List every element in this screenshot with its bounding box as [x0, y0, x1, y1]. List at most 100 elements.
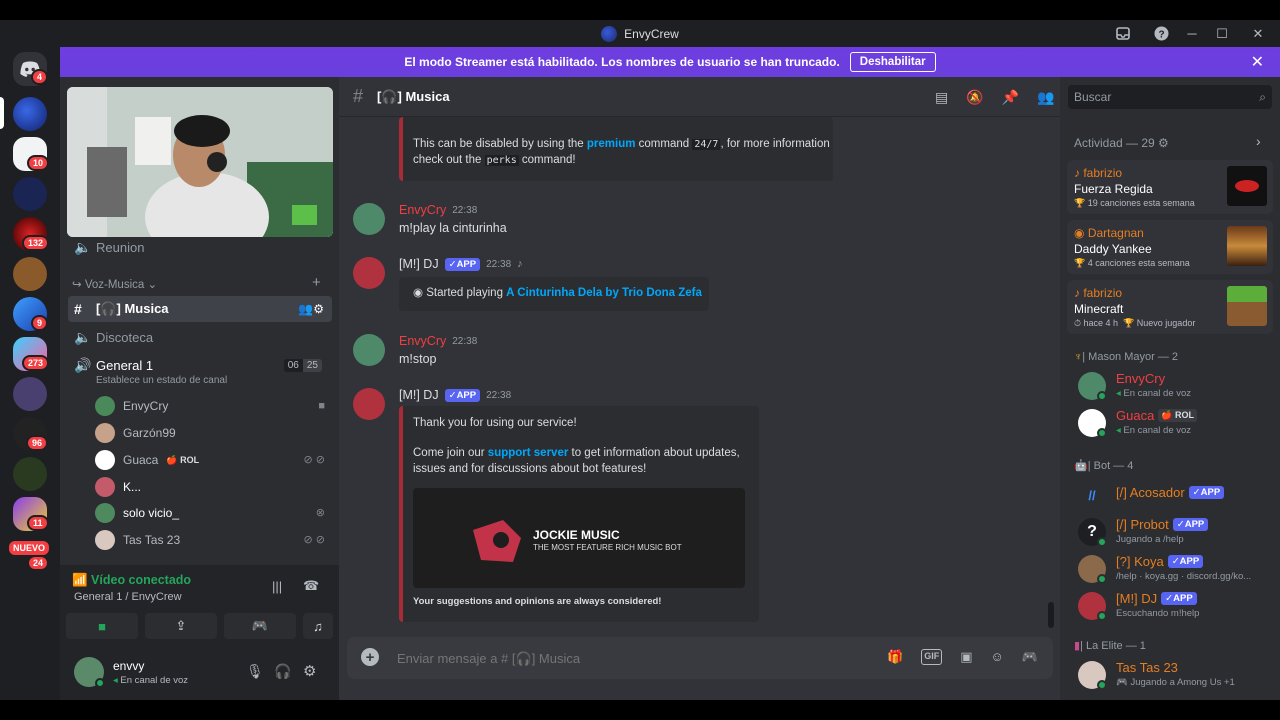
- inbox-icon[interactable]: [1104, 20, 1142, 47]
- activity-sub2-label: Nuevo jugador: [1136, 318, 1196, 328]
- channel-discoteca[interactable]: 🔈 Discoteca: [68, 324, 332, 350]
- message-avatar[interactable]: [353, 334, 385, 366]
- embed-paragraph: Come join our support server to get info…: [413, 446, 753, 477]
- gif-icon[interactable]: GIF: [921, 649, 943, 665]
- activity-card[interactable]: ♪ fabrizio Fuerza Regida 🏆 19 canciones …: [1067, 160, 1273, 214]
- activity-title: Minecraft: [1074, 302, 1124, 316]
- user-settings-icon[interactable]: ⚙: [303, 662, 316, 680]
- avatar: [95, 423, 115, 443]
- server-cartoon[interactable]: [13, 257, 47, 291]
- member-sub-label: Jugando a Among Us +1: [1130, 677, 1235, 688]
- server-purple[interactable]: [13, 377, 47, 411]
- message-author[interactable]: [M!] DJ: [399, 388, 439, 402]
- upload-plus-icon[interactable]: +: [361, 648, 379, 666]
- search-box[interactable]: Buscar ⌕: [1068, 85, 1272, 109]
- message-input[interactable]: [397, 647, 867, 669]
- member-row[interactable]: ? [/] Probot ✓APP Jugando a /help: [1078, 514, 1274, 550]
- category-voz-musica[interactable]: ↪ Voz-Musica ⌄: [72, 277, 157, 291]
- support-server-link[interactable]: support server: [488, 447, 569, 459]
- gift-icon[interactable]: 🎁: [887, 649, 903, 665]
- member-row[interactable]: Tas Tas 23 🎮 Jugando a Among Us +1: [1078, 657, 1274, 693]
- member-row[interactable]: [?] Koya ✓APP /help · koya.gg · discord.g…: [1078, 551, 1274, 587]
- avatar: [95, 396, 115, 416]
- message-time: 22:38: [486, 389, 512, 401]
- voice-user[interactable]: EnvyCry: [95, 394, 168, 418]
- message-author[interactable]: EnvyCry: [399, 203, 446, 217]
- embed-fragment: , for more information: [720, 138, 830, 150]
- server-squad[interactable]: [13, 177, 47, 211]
- letterbox-bottom: [0, 700, 1280, 720]
- minimize-icon[interactable]: ─: [1180, 20, 1204, 47]
- pin-icon[interactable]: 📌: [1002, 89, 1019, 106]
- members-icon[interactable]: 👥: [1037, 89, 1054, 106]
- premium-link[interactable]: premium: [587, 138, 636, 150]
- microphone-icon[interactable]: 🎙: [246, 663, 264, 680]
- notifications-muted-icon[interactable]: 🔕: [966, 89, 983, 106]
- server-envycrew[interactable]: [13, 97, 47, 131]
- muted-deafened-icon: ⊘ ⊘: [303, 454, 326, 466]
- soundboard-button[interactable]: ♫: [303, 613, 333, 639]
- disconnect-icon[interactable]: ☎: [303, 578, 319, 594]
- voice-user[interactable]: solo vicio_: [95, 501, 179, 525]
- headphones-icon[interactable]: 🎧: [274, 663, 291, 680]
- activities-button[interactable]: 🎮: [224, 613, 296, 639]
- mason-header: ♆| Mason Mayor — 2: [1074, 351, 1178, 363]
- user-count: 06: [283, 358, 303, 372]
- member-row[interactable]: // [/] Acosador ✓APP: [1078, 477, 1274, 513]
- channel-status[interactable]: Establece un estado de canal: [96, 375, 227, 386]
- maximize-icon[interactable]: ☐: [1204, 20, 1240, 47]
- song-link[interactable]: A Cinturinha Dela by Trio Dona Zefa: [506, 287, 702, 299]
- chat-message: EnvyCry 22:38 m!stop: [353, 334, 1043, 370]
- jockie-banner-image[interactable]: JOCKIE MUSIC THE MOST FEATURE RICH MUSIC…: [413, 488, 745, 588]
- activity-card[interactable]: ♪ fabrizio Minecraft ⏱ hace 4 h 🏆 Nuevo …: [1067, 280, 1273, 334]
- voice-user-name: solo vicio_: [123, 506, 180, 520]
- activity-card[interactable]: ◉ Dartagnan Daddy Yankee 🏆 4 canciones e…: [1067, 220, 1273, 274]
- status-dot: [1097, 611, 1107, 621]
- noise-icon[interactable]: |||: [272, 579, 282, 594]
- disable-streamer-button[interactable]: Deshabilitar: [849, 52, 936, 72]
- video-button[interactable]: ■: [66, 613, 138, 639]
- member-sub: ◂ En canal de voz: [1116, 388, 1192, 399]
- server-badge: 24: [27, 555, 50, 571]
- member-row[interactable]: Guaca 🍎 ROL ◂ En canal de voz: [1078, 405, 1274, 441]
- scrollbar-thumb[interactable]: [1048, 602, 1054, 628]
- member-row[interactable]: [M!] DJ ✓APP Escuchando m!help: [1078, 588, 1274, 624]
- close-banner-icon[interactable]: ✕: [1251, 52, 1264, 72]
- server-badge: 96: [26, 435, 49, 451]
- app-badge-label: APP: [1173, 593, 1193, 604]
- settings-gear-icon[interactable]: 👥⚙: [298, 302, 324, 316]
- video-preview[interactable]: [67, 87, 333, 237]
- chat-message: EnvyCry 22:38 m!play la cinturinha: [353, 203, 1043, 239]
- member-sub: 🎮 Jugando a Among Us +1: [1116, 677, 1235, 688]
- member-sub: Jugando a /help: [1116, 534, 1184, 545]
- apps-icon[interactable]: 🎮: [1022, 649, 1038, 665]
- channel-header: # [🎧] Musica ▤ 🔕 📌 👥: [339, 77, 1060, 117]
- voice-user[interactable]: Guaca 🍎 ROL: [95, 448, 199, 472]
- chevron-right-icon[interactable]: ›: [1256, 133, 1261, 149]
- letterbox-top: [0, 0, 1280, 20]
- close-window-icon[interactable]: ✕: [1240, 20, 1276, 47]
- help-icon[interactable]: ?: [1142, 20, 1180, 47]
- message-avatar[interactable]: [353, 257, 385, 289]
- emoji-icon[interactable]: ☺: [990, 649, 1003, 665]
- member-name: Guaca 🍎 ROL: [1116, 408, 1198, 423]
- message-avatar[interactable]: [353, 203, 385, 235]
- new-badge: NUEVO: [7, 539, 52, 557]
- server-green[interactable]: [13, 457, 47, 491]
- message-author[interactable]: [M!] DJ: [399, 257, 439, 271]
- channel-reunion[interactable]: 🔈 Reunion: [68, 234, 332, 260]
- add-channel-icon[interactable]: +: [312, 274, 321, 291]
- member-row[interactable]: EnvyCry ◂ En canal de voz: [1078, 368, 1274, 404]
- voice-user[interactable]: Tas Tas 23: [95, 528, 180, 552]
- app-badge: ✓APP: [444, 388, 481, 402]
- voice-location[interactable]: General 1 / EnvyCrew: [74, 591, 182, 603]
- message-avatar[interactable]: [353, 388, 385, 420]
- activity-sub: 🏆 19 canciones esta semana: [1074, 198, 1195, 208]
- voice-user[interactable]: Garzón99: [95, 421, 176, 445]
- threads-icon[interactable]: ▤: [935, 89, 948, 106]
- channel-musica[interactable]: # [🎧] Musica 👥⚙: [68, 296, 332, 322]
- screen-share-button[interactable]: ⇪: [145, 613, 217, 639]
- message-author[interactable]: EnvyCry: [399, 334, 446, 348]
- sticker-icon[interactable]: ▣: [960, 649, 972, 665]
- voice-user[interactable]: K...: [95, 475, 141, 499]
